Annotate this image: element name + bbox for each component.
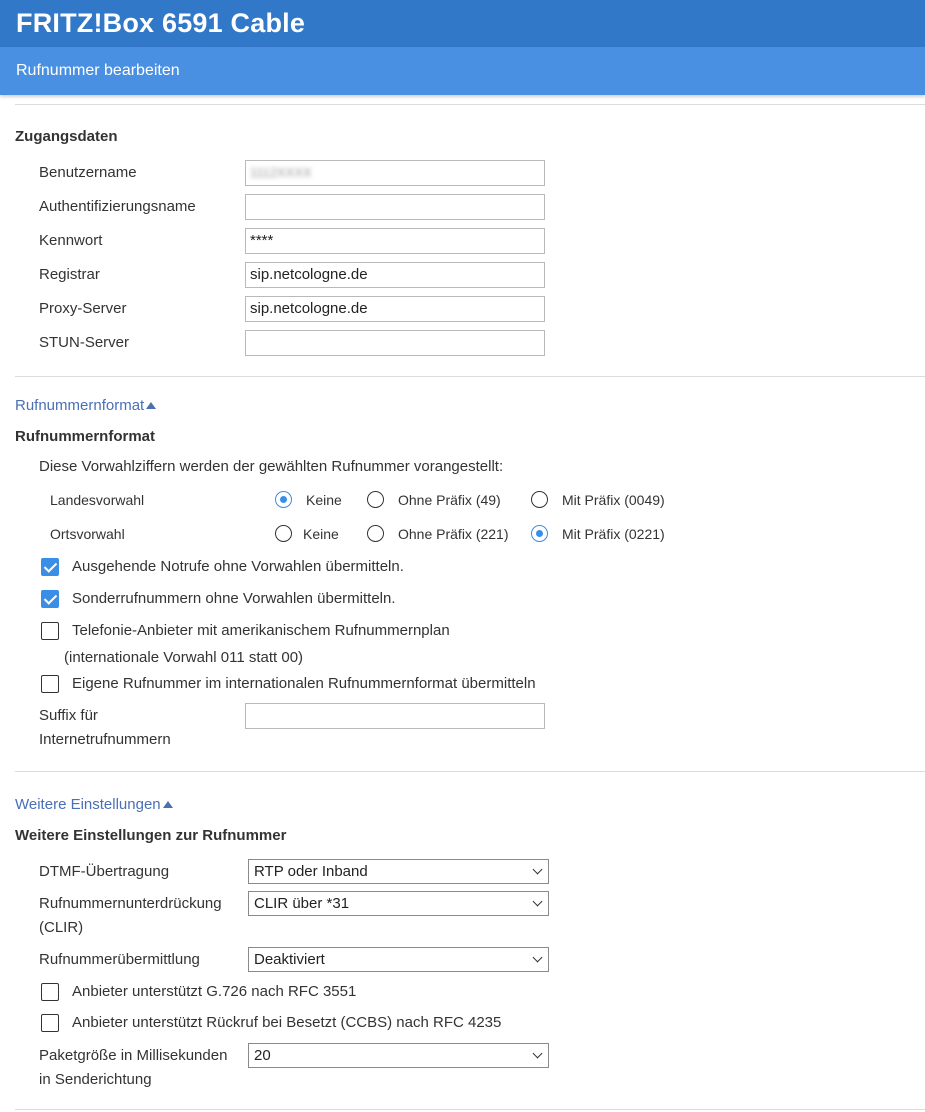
notrufe-checkbox[interactable]: [41, 558, 59, 576]
collapse-up-icon: [162, 800, 173, 808]
orts-radio-ohne-praefix[interactable]: [367, 525, 384, 542]
usa-nummernplan-checkbox-label: Telefonie-Anbieter mit amerikanischem Ru…: [72, 622, 450, 639]
orts-radio-keine-label: Keine: [303, 526, 339, 542]
chevron-down-icon: [532, 864, 543, 875]
username-value: 1112XXXX: [250, 165, 312, 180]
top-bar: FRITZ!Box 6591 Cable: [0, 0, 925, 47]
proxy-label: Proxy-Server: [39, 300, 127, 317]
clip-label: Rufnummerübermittlung: [39, 951, 200, 968]
stun-label: STUN-Server: [39, 334, 130, 351]
orts-radio-mit-praefix-label: Mit Präfix (0221): [562, 526, 665, 542]
ortsvorwahl-label: Ortsvorwahl: [50, 526, 125, 542]
orts-radio-keine[interactable]: [275, 525, 292, 542]
landesvorwahl-label: Landesvorwahl: [50, 492, 145, 508]
internationales-format-checkbox-label: Eigene Rufnummer im internationalen Rufn…: [72, 675, 536, 692]
suffix-input[interactable]: [245, 703, 545, 729]
landes-radio-ohne-praefix-label: Ohne Präfix (49): [398, 492, 501, 508]
collapse-up-icon: [146, 401, 157, 409]
toggle-label: Weitere Einstellungen: [15, 796, 161, 813]
page-title: Rufnummer bearbeiten: [16, 62, 180, 79]
suffix-label-line1: Suffix für: [39, 707, 98, 724]
product-title: FRITZ!Box 6591 Cable: [16, 8, 306, 38]
paketgroesse-select[interactable]: 20: [248, 1043, 549, 1068]
username-label: Benutzername: [39, 164, 137, 181]
sonderrufnummern-checkbox[interactable]: [41, 590, 59, 608]
password-label: Kennwort: [39, 232, 103, 249]
paketgroesse-label-line1: Paketgröße in Millisekunden: [39, 1047, 228, 1064]
page-title-bar: Rufnummer bearbeiten: [0, 47, 925, 95]
clip-select[interactable]: Deaktiviert: [248, 947, 549, 972]
g726-checkbox-label: Anbieter unterstützt G.726 nach RFC 3551: [72, 983, 357, 1000]
paketgroesse-select-value: 20: [254, 1047, 271, 1064]
divider: [15, 104, 925, 105]
dtmf-label: DTMF-Übertragung: [39, 863, 170, 880]
chevron-down-icon: [532, 896, 543, 907]
suffix-label-line2: Internetrufnummern: [39, 731, 171, 748]
password-input[interactable]: ****: [245, 228, 545, 254]
dtmf-select-value: RTP oder Inband: [254, 863, 368, 880]
landes-radio-keine-label: Keine: [306, 492, 342, 508]
clir-label-line2: (CLIR): [39, 919, 84, 936]
ccbs-checkbox[interactable]: [41, 1014, 59, 1032]
divider: [15, 771, 925, 772]
clir-select-value: CLIR über *31: [254, 895, 350, 912]
clip-select-value: Deaktiviert: [254, 951, 325, 968]
stun-input[interactable]: [245, 330, 545, 356]
ccbs-checkbox-label: Anbieter unterstützt Rückruf bei Besetzt…: [72, 1014, 502, 1031]
orts-radio-ohne-praefix-label: Ohne Präfix (221): [398, 526, 509, 542]
registrar-label: Registrar: [39, 266, 100, 283]
toggle-label: Rufnummernformat: [15, 397, 145, 414]
landes-radio-ohne-praefix[interactable]: [367, 491, 384, 508]
clir-label-line1: Rufnummernunterdrückung: [39, 895, 222, 912]
divider: [15, 376, 925, 377]
notrufe-checkbox-label: Ausgehende Notrufe ohne Vorwahlen übermi…: [72, 558, 404, 575]
chevron-down-icon: [532, 1048, 543, 1059]
auth-name-label: Authentifizierungsname: [39, 198, 196, 215]
weitere-einstellungen-toggle[interactable]: Weitere Einstellungen: [15, 796, 173, 813]
dtmf-select[interactable]: RTP oder Inband: [248, 859, 549, 884]
clir-select[interactable]: CLIR über *31: [248, 891, 549, 916]
divider: [15, 1109, 925, 1110]
section-title-zugangsdaten: Zugangsdaten: [15, 128, 118, 145]
proxy-input[interactable]: sip.netcologne.de: [245, 296, 545, 322]
registrar-input[interactable]: sip.netcologne.de: [245, 262, 545, 288]
internationales-format-checkbox[interactable]: [41, 675, 59, 693]
g726-checkbox[interactable]: [41, 983, 59, 1001]
sonderrufnummern-checkbox-label: Sonderrufnummern ohne Vorwahlen übermitt…: [72, 590, 396, 607]
paketgroesse-label-line2: in Senderichtung: [39, 1071, 152, 1088]
landes-radio-keine[interactable]: [275, 491, 292, 508]
section-title-weitere-einstellungen: Weitere Einstellungen zur Rufnummer: [15, 827, 287, 844]
landes-radio-mit-praefix[interactable]: [531, 491, 548, 508]
usa-nummernplan-note: (internationale Vorwahl 011 statt 00): [64, 649, 304, 666]
usa-nummernplan-checkbox[interactable]: [41, 622, 59, 640]
landes-radio-mit-praefix-label: Mit Präfix (0049): [562, 492, 665, 508]
chevron-down-icon: [532, 952, 543, 963]
auth-name-input[interactable]: [245, 194, 545, 220]
section-title-rufnummernformat: Rufnummernformat: [15, 428, 156, 445]
rufnummernformat-toggle[interactable]: Rufnummernformat: [15, 397, 157, 414]
username-input[interactable]: 1112XXXX: [245, 160, 545, 186]
format-intro: Diese Vorwahlziffern werden der gewählte…: [39, 458, 504, 475]
orts-radio-mit-praefix[interactable]: [531, 525, 548, 542]
